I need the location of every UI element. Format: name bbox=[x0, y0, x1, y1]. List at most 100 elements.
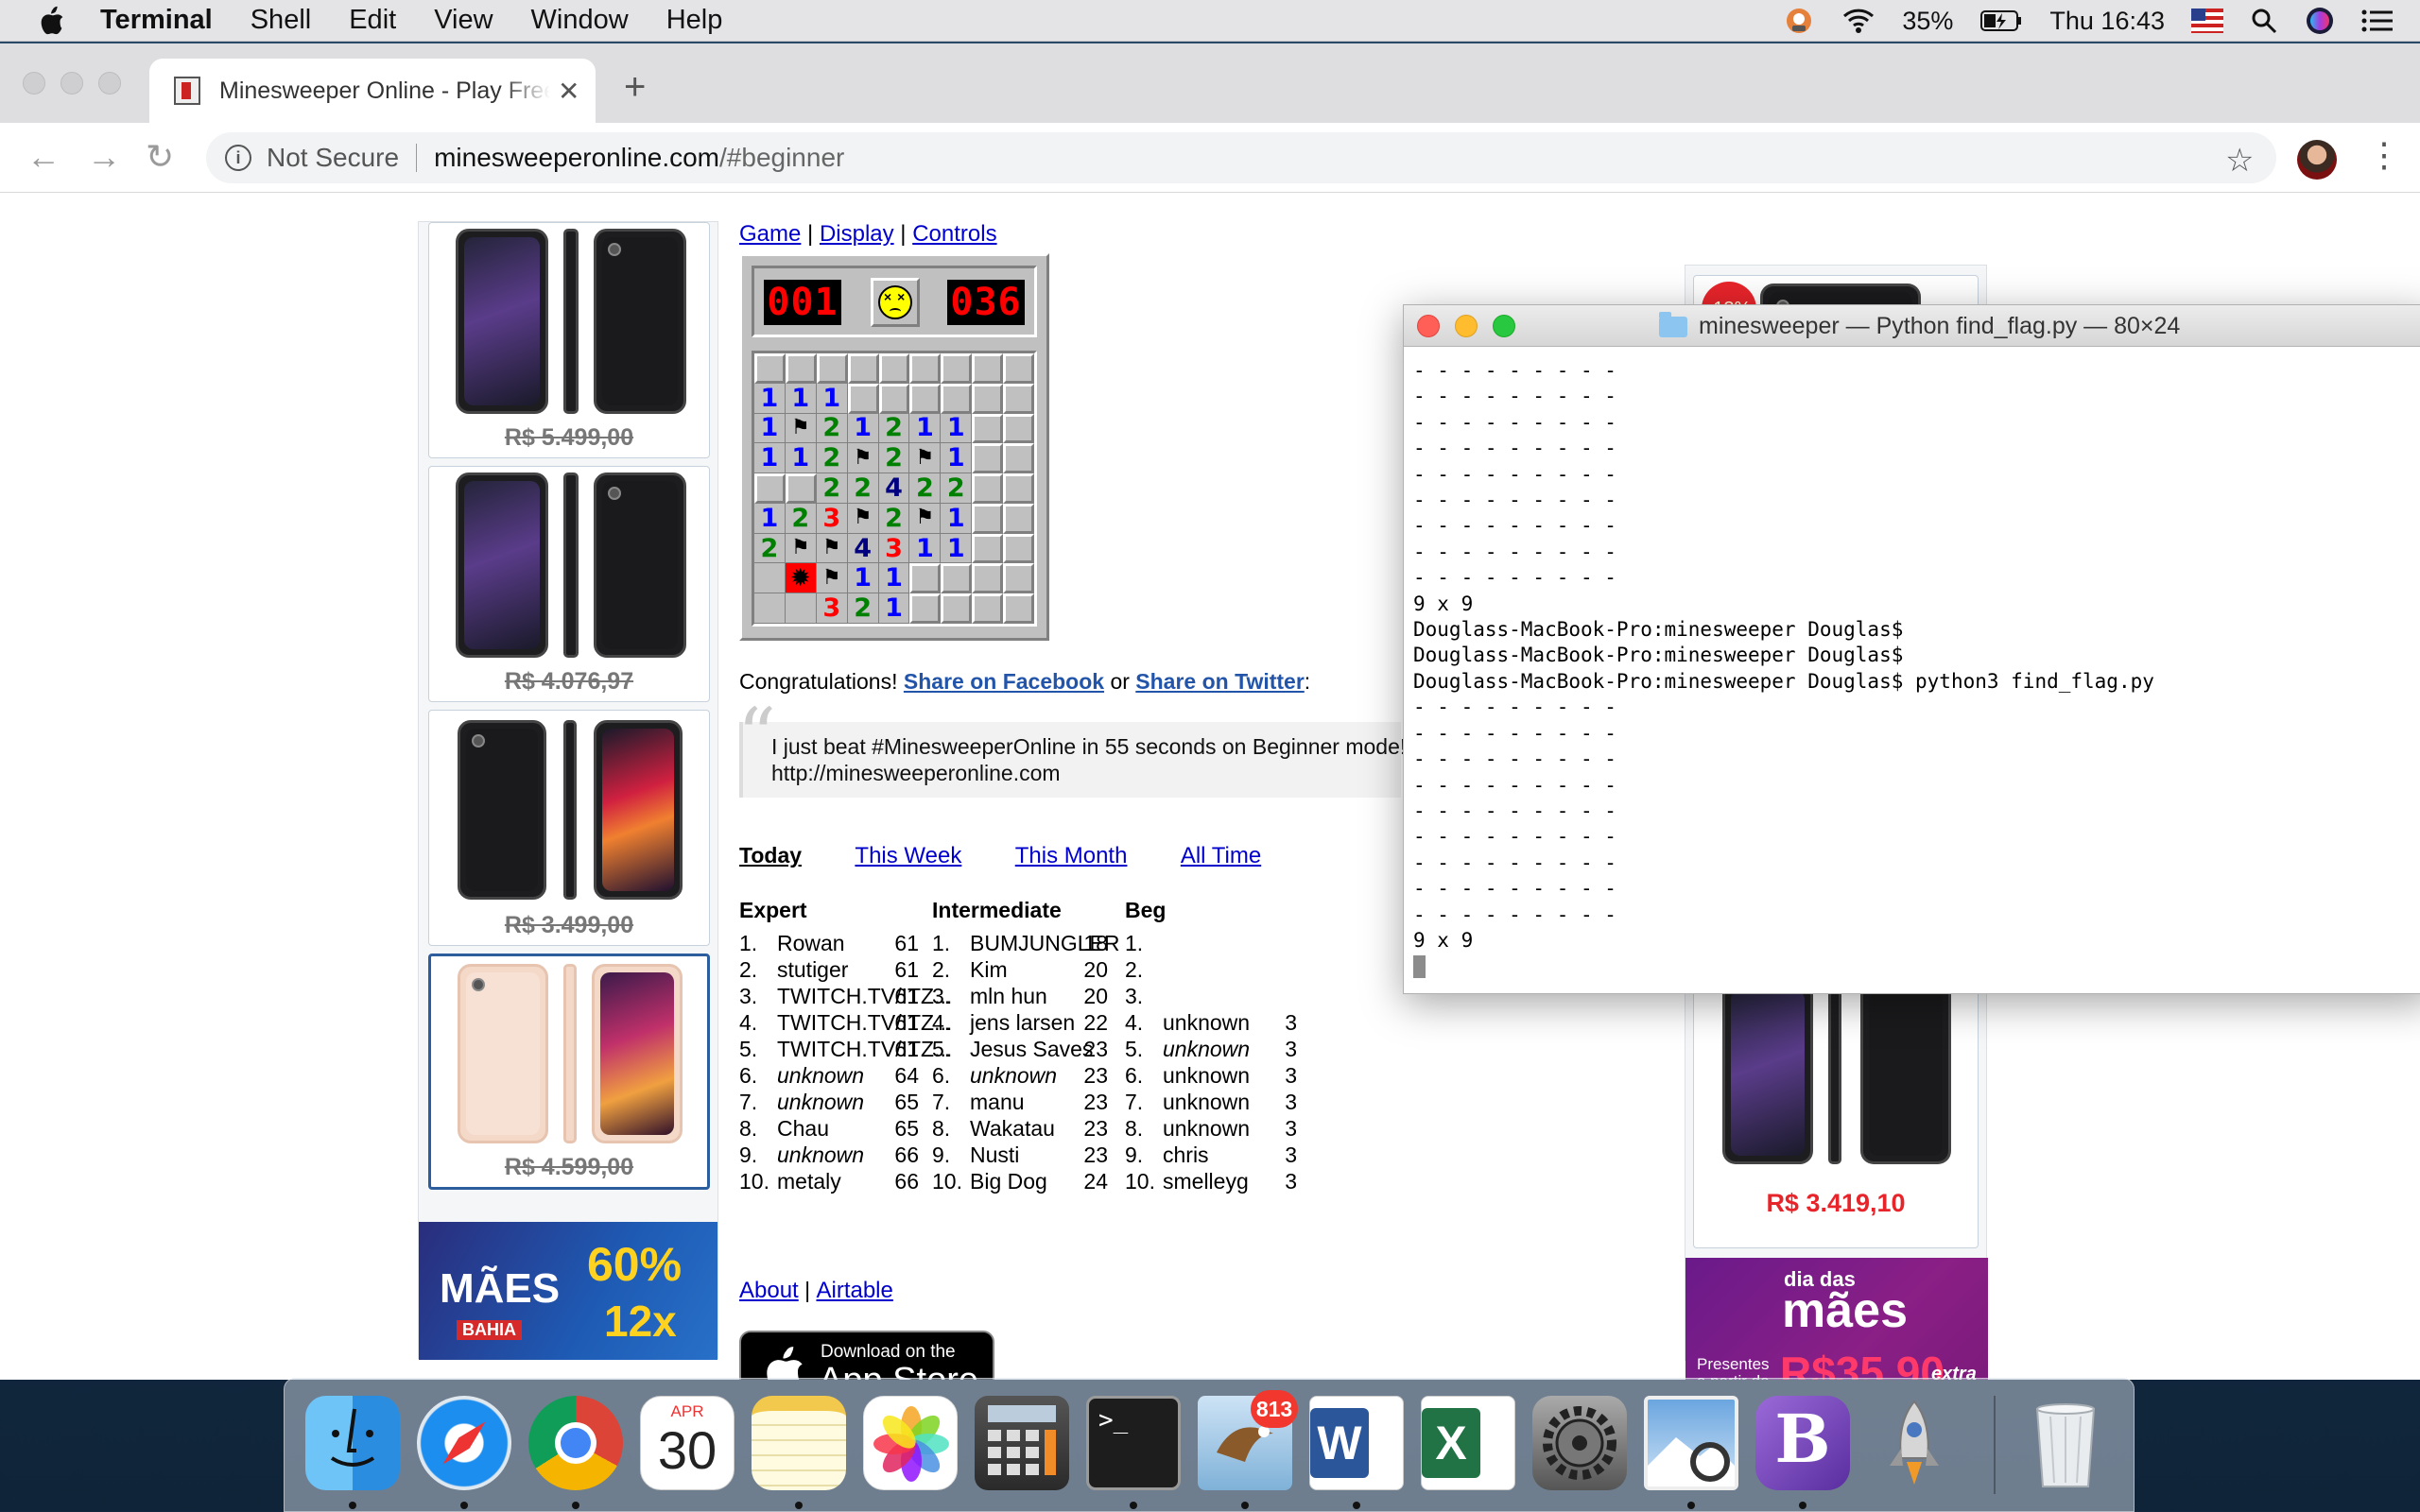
terminal-minimize-button[interactable] bbox=[1455, 315, 1478, 337]
terminal-titlebar[interactable]: minesweeper — Python find_flag.py — 80×2… bbox=[1404, 305, 2420, 347]
address-bar[interactable]: i Not Secure minesweeperonline.com/#begi… bbox=[206, 132, 2276, 183]
launchpad-rocket-icon[interactable] bbox=[1867, 1396, 1962, 1490]
covered-cell[interactable] bbox=[972, 563, 1004, 594]
covered-cell[interactable] bbox=[878, 383, 910, 414]
apple-menu-icon[interactable] bbox=[38, 5, 66, 37]
flag-icon[interactable]: ⚑ bbox=[847, 443, 879, 474]
menu-shell[interactable]: Shell bbox=[251, 5, 312, 36]
covered-cell[interactable] bbox=[1003, 413, 1034, 444]
covered-cell[interactable] bbox=[909, 353, 942, 384]
controls-menu-link[interactable]: Controls bbox=[912, 221, 996, 247]
flag-icon[interactable]: ⚑ bbox=[816, 563, 848, 594]
ad-product-3[interactable]: R$ 3.499,00 bbox=[428, 710, 710, 946]
spotlight-search-icon[interactable] bbox=[2250, 7, 2278, 35]
number-cell[interactable]: 2 bbox=[909, 473, 942, 504]
tab-minesweeper[interactable]: Minesweeper Online - Play Free ✕ bbox=[149, 59, 596, 123]
menu-help[interactable]: Help bbox=[666, 5, 723, 36]
chrome-menu-icon[interactable]: ⋮ bbox=[2367, 136, 2401, 174]
menu-window[interactable]: Window bbox=[531, 5, 629, 36]
window-minimize-button[interactable] bbox=[60, 72, 83, 94]
clock[interactable]: Thu 16:43 bbox=[2049, 7, 2165, 36]
number-cell[interactable]: 2 bbox=[847, 473, 879, 504]
window-close-button[interactable] bbox=[23, 72, 45, 94]
menu-app-name[interactable]: Terminal bbox=[100, 5, 213, 36]
terminal-icon[interactable]: >_ bbox=[1086, 1396, 1181, 1490]
tab-all-time[interactable]: All Time bbox=[1181, 843, 1261, 868]
number-cell[interactable]: 3 bbox=[878, 533, 910, 564]
number-cell[interactable]: 2 bbox=[941, 473, 973, 504]
share-facebook-link[interactable]: Share on Facebook bbox=[904, 669, 1104, 694]
number-cell[interactable]: 1 bbox=[909, 533, 942, 564]
trash-icon[interactable] bbox=[2018, 1396, 2113, 1490]
terminal-window[interactable]: minesweeper — Python find_flag.py — 80×2… bbox=[1403, 304, 2420, 994]
bookmark-star-icon[interactable]: ☆ bbox=[2225, 142, 2254, 180]
covered-cell[interactable] bbox=[785, 353, 817, 384]
number-cell[interactable]: 2 bbox=[816, 413, 848, 444]
airtable-link[interactable]: Airtable bbox=[816, 1278, 892, 1303]
number-cell[interactable]: 1 bbox=[909, 413, 942, 444]
covered-cell[interactable] bbox=[909, 383, 942, 414]
covered-cell[interactable] bbox=[1003, 593, 1034, 624]
number-cell[interactable]: 1 bbox=[941, 503, 973, 534]
reload-icon[interactable]: ↻ bbox=[146, 140, 174, 174]
new-tab-button[interactable]: + bbox=[624, 68, 646, 106]
number-cell[interactable]: 3 bbox=[816, 503, 848, 534]
covered-cell[interactable] bbox=[816, 353, 848, 384]
menu-edit[interactable]: Edit bbox=[349, 5, 396, 36]
bbedit-icon[interactable]: B bbox=[1755, 1396, 1850, 1490]
forward-arrow-icon[interactable]: → bbox=[87, 140, 121, 174]
covered-cell[interactable] bbox=[972, 473, 1004, 504]
covered-cell[interactable] bbox=[972, 413, 1004, 444]
covered-cell[interactable] bbox=[909, 593, 942, 624]
about-link[interactable]: About bbox=[739, 1278, 799, 1303]
number-cell[interactable]: 3 bbox=[816, 593, 848, 624]
number-cell[interactable]: 1 bbox=[878, 593, 910, 624]
menu-view[interactable]: View bbox=[434, 5, 493, 36]
number-cell[interactable]: 1 bbox=[785, 443, 817, 474]
number-cell[interactable]: 4 bbox=[878, 473, 910, 504]
preview-icon[interactable] bbox=[1644, 1396, 1738, 1490]
number-cell[interactable]: 1 bbox=[754, 383, 786, 414]
covered-cell[interactable] bbox=[972, 533, 1004, 564]
share-twitter-link[interactable]: Share on Twitter bbox=[1135, 669, 1305, 694]
terminal-output[interactable]: - - - - - - - - -- - - - - - - - -- - - … bbox=[1413, 358, 2420, 980]
covered-cell[interactable] bbox=[941, 383, 973, 414]
flag-icon[interactable]: ⚑ bbox=[847, 503, 879, 534]
number-cell[interactable]: 2 bbox=[754, 533, 786, 564]
number-cell[interactable]: 1 bbox=[847, 413, 879, 444]
flag-icon[interactable]: ⚑ bbox=[909, 503, 942, 534]
covered-cell[interactable] bbox=[1003, 503, 1034, 534]
display-menu-link[interactable]: Display bbox=[820, 221, 894, 247]
flag-icon[interactable]: ⚑ bbox=[785, 533, 817, 564]
ad-product-2[interactable]: R$ 4.076,97 bbox=[428, 466, 710, 702]
site-info-icon[interactable]: i bbox=[225, 145, 251, 171]
number-cell[interactable]: 1 bbox=[941, 443, 973, 474]
number-cell[interactable]: 1 bbox=[785, 383, 817, 414]
flag-icon[interactable]: ⚑ bbox=[816, 533, 848, 564]
back-arrow-icon[interactable]: ← bbox=[26, 140, 60, 174]
covered-cell[interactable] bbox=[972, 593, 1004, 624]
number-cell[interactable]: 1 bbox=[816, 383, 848, 414]
word-icon[interactable]: W bbox=[1309, 1396, 1404, 1490]
covered-cell[interactable] bbox=[878, 353, 910, 384]
wifi-icon[interactable] bbox=[1841, 7, 1876, 35]
us-flag-input-icon[interactable] bbox=[2191, 9, 2223, 33]
tab-this-week[interactable]: This Week bbox=[855, 843, 961, 868]
empty-cell[interactable] bbox=[754, 563, 786, 594]
empty-cell[interactable] bbox=[785, 593, 817, 624]
empty-cell[interactable] bbox=[754, 593, 786, 624]
chrome-icon[interactable] bbox=[528, 1396, 623, 1490]
calculator-icon[interactable] bbox=[975, 1396, 1069, 1490]
covered-cell[interactable] bbox=[1003, 353, 1034, 384]
covered-cell[interactable] bbox=[847, 383, 879, 414]
number-cell[interactable]: 2 bbox=[816, 473, 848, 504]
number-cell[interactable]: 1 bbox=[847, 563, 879, 594]
number-cell[interactable]: 2 bbox=[878, 443, 910, 474]
number-cell[interactable]: 2 bbox=[785, 503, 817, 534]
covered-cell[interactable] bbox=[941, 593, 973, 624]
notification-center-icon[interactable] bbox=[2361, 9, 2394, 33]
terminal-close-button[interactable] bbox=[1417, 315, 1440, 337]
covered-cell[interactable] bbox=[847, 353, 879, 384]
number-cell[interactable]: 1 bbox=[941, 413, 973, 444]
covered-cell[interactable] bbox=[972, 383, 1004, 414]
